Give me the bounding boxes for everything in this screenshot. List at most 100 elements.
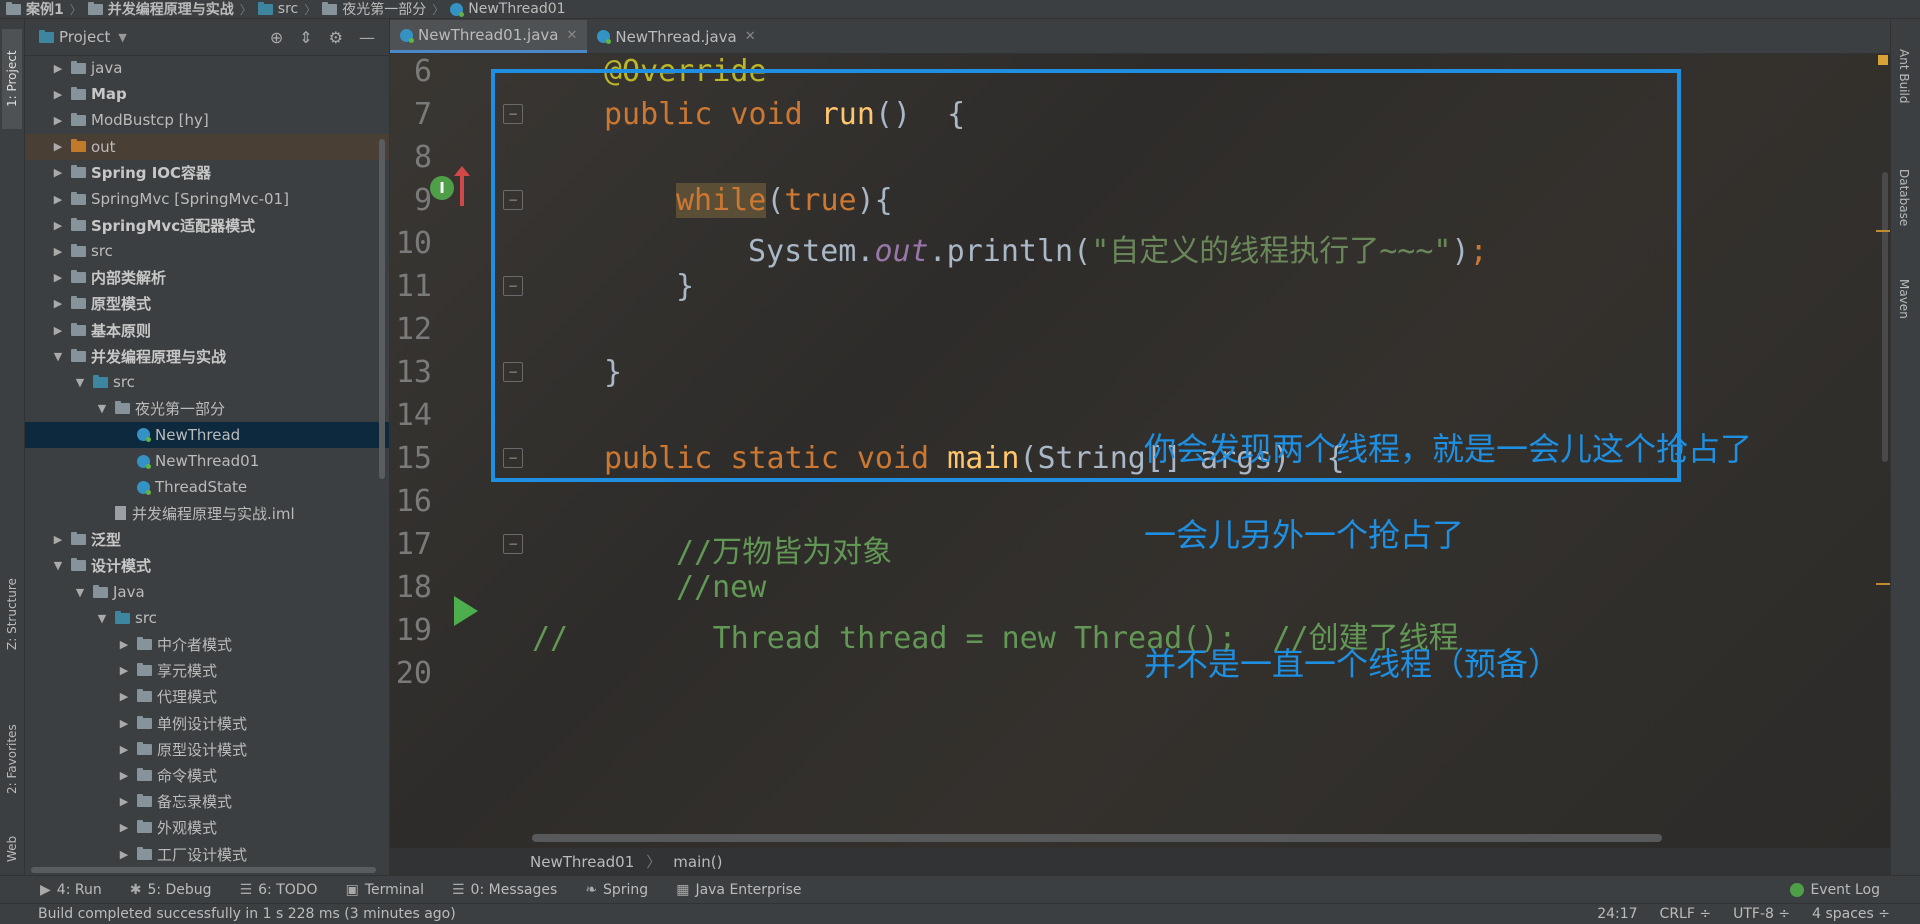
tree-item[interactable]: ▶ Map bbox=[25, 81, 389, 107]
minimize-icon[interactable]: — bbox=[359, 28, 375, 47]
tool-tab-maven[interactable]: Maven bbox=[1897, 279, 1911, 319]
tree-item[interactable]: ▼ Java bbox=[25, 579, 389, 605]
caret-position[interactable]: 24:17 bbox=[1597, 906, 1637, 922]
breadcrumb-item[interactable]: 案例1 bbox=[6, 0, 64, 18]
breadcrumb-item[interactable]: 夜光第一部分 bbox=[322, 0, 426, 18]
tool-tab-project[interactable]: 1: Project bbox=[2, 29, 22, 129]
tool-tab-structure[interactable]: Z: Structure bbox=[2, 564, 22, 664]
tree-item[interactable]: ▶ 外观模式 bbox=[25, 815, 389, 841]
status-message[interactable]: Build completed successfully in 1 s 228 … bbox=[38, 906, 456, 922]
collapse-all-icon[interactable]: ⇕ bbox=[299, 28, 312, 47]
breadcrumb-item[interactable]: NewThread01 bbox=[450, 1, 566, 17]
tree-item[interactable]: NewThread01 bbox=[25, 448, 389, 474]
tree-item[interactable]: ▶ 工厂设计模式 bbox=[25, 841, 389, 867]
tool-tab-ant-build[interactable]: Ant Build bbox=[1897, 49, 1911, 103]
project-view-selector[interactable]: Project ▼ bbox=[39, 28, 127, 46]
tree-item[interactable]: ▶ 原型模式 bbox=[25, 291, 389, 317]
chevron-right-icon[interactable]: ▶ bbox=[115, 848, 133, 861]
chevron-right-icon[interactable]: ▶ bbox=[49, 114, 67, 127]
breadcrumb-item[interactable]: 并发编程原理与实战 bbox=[87, 0, 234, 18]
chevron-down-icon[interactable]: ▼ bbox=[49, 350, 67, 363]
chevron-right-icon[interactable]: ▶ bbox=[115, 743, 133, 756]
chevron-down-icon[interactable]: ▼ bbox=[49, 559, 67, 572]
chevron-right-icon[interactable]: ▶ bbox=[115, 821, 133, 834]
chevron-right-icon[interactable]: ▶ bbox=[115, 664, 133, 677]
editor-scrollbar[interactable] bbox=[1882, 172, 1888, 462]
tool-terminal[interactable]: ▣ Terminal bbox=[346, 882, 424, 898]
tool-todo[interactable]: ☰ 6: TODO bbox=[240, 882, 318, 898]
tool-spring[interactable]: ❧ Spring bbox=[585, 882, 648, 898]
chevron-right-icon[interactable]: ▶ bbox=[115, 638, 133, 651]
chevron-right-icon[interactable]: ▶ bbox=[49, 193, 67, 206]
chevron-down-icon[interactable]: ▼ bbox=[93, 612, 111, 625]
tree-item[interactable]: NewThread bbox=[25, 421, 389, 448]
tree-item[interactable]: ▼ src bbox=[25, 369, 389, 395]
tab-newthread-java[interactable]: NewThread.java ✕ bbox=[587, 20, 765, 53]
close-icon[interactable]: ✕ bbox=[745, 29, 756, 44]
tree-item[interactable]: 并发编程原理与实战.iml bbox=[25, 500, 389, 526]
tool-tab-database[interactable]: Database bbox=[1897, 169, 1911, 226]
tree-item[interactable]: ThreadState bbox=[25, 474, 389, 500]
locate-icon[interactable]: ⊕ bbox=[270, 28, 283, 47]
horizontal-scrollbar[interactable] bbox=[532, 834, 1662, 842]
tree-item[interactable]: ▶ SpringMvc [SpringMvc-01] bbox=[25, 186, 389, 212]
chevron-right-icon[interactable]: ▶ bbox=[49, 245, 67, 258]
line-separator[interactable]: CRLF ÷ bbox=[1660, 906, 1712, 922]
chevron-right-icon[interactable]: ▶ bbox=[115, 717, 133, 730]
tool-event-log[interactable]: Event Log bbox=[1790, 882, 1880, 898]
chevron-right-icon[interactable]: ▶ bbox=[49, 324, 67, 337]
warning-icon[interactable] bbox=[1878, 55, 1888, 65]
tree-item[interactable]: ▶ Spring IOC容器 bbox=[25, 160, 389, 186]
tree-item[interactable]: ▶ 享元模式 bbox=[25, 658, 389, 684]
chevron-down-icon[interactable]: ▼ bbox=[71, 376, 89, 389]
close-icon[interactable]: ✕ bbox=[566, 28, 577, 43]
chevron-right-icon[interactable]: ▶ bbox=[49, 533, 67, 546]
horizontal-scrollbar[interactable] bbox=[31, 867, 376, 873]
tab-newthread01-java[interactable]: NewThread01.java ✕ bbox=[390, 20, 588, 53]
tree-item[interactable]: ▶ 内部类解析 bbox=[25, 265, 389, 291]
chevron-right-icon[interactable]: ▶ bbox=[49, 219, 67, 232]
tree-item[interactable]: ▶ 单例设计模式 bbox=[25, 710, 389, 736]
chevron-right-icon[interactable]: ▶ bbox=[49, 297, 67, 310]
chevron-right-icon[interactable]: ▶ bbox=[49, 140, 67, 153]
tree-item[interactable]: ▼ 夜光第一部分 bbox=[25, 396, 389, 422]
breadcrumb-class[interactable]: NewThread01 bbox=[530, 853, 634, 871]
indent-setting[interactable]: 4 spaces ÷ bbox=[1812, 906, 1890, 922]
gear-icon[interactable]: ⚙ bbox=[329, 28, 343, 47]
chevron-down-icon[interactable]: ▼ bbox=[93, 402, 111, 415]
fold-marker-icon[interactable]: − bbox=[503, 534, 523, 554]
tree-item[interactable]: ▶ ModBustcp [hy] bbox=[25, 107, 389, 133]
tree-item[interactable]: ▶ java bbox=[25, 55, 389, 81]
chevron-down-icon[interactable]: ▼ bbox=[71, 586, 89, 599]
run-main-icon[interactable] bbox=[454, 596, 478, 626]
tool-run[interactable]: ▶ 4: Run bbox=[40, 882, 102, 898]
tree-item[interactable]: ▼ 并发编程原理与实战 bbox=[25, 343, 389, 369]
tool-java-enterprise[interactable]: ▦ Java Enterprise bbox=[676, 882, 801, 898]
chevron-right-icon[interactable]: ▶ bbox=[115, 795, 133, 808]
tool-debug[interactable]: ✱ 5: Debug bbox=[130, 882, 212, 898]
chevron-right-icon[interactable]: ▶ bbox=[49, 88, 67, 101]
breadcrumb-method[interactable]: main() bbox=[673, 853, 722, 871]
tool-messages[interactable]: ☰ 0: Messages bbox=[452, 882, 557, 898]
tree-item[interactable]: ▶ 基本原则 bbox=[25, 317, 389, 343]
tree-item[interactable]: ▼ src bbox=[25, 605, 389, 631]
tool-tab-web[interactable]: Web bbox=[2, 824, 22, 874]
tree-item[interactable]: ▶ SpringMvc适配器模式 bbox=[25, 212, 389, 238]
chevron-right-icon[interactable]: ▶ bbox=[49, 62, 67, 75]
chevron-right-icon[interactable]: ▶ bbox=[49, 271, 67, 284]
chevron-right-icon[interactable]: ▶ bbox=[49, 166, 67, 179]
chevron-right-icon[interactable]: ▶ bbox=[115, 769, 133, 782]
breadcrumb-item[interactable]: src bbox=[257, 1, 298, 17]
scroll-marker[interactable] bbox=[1876, 583, 1890, 585]
tree-item[interactable]: ▶ 命令模式 bbox=[25, 762, 389, 788]
file-encoding[interactable]: UTF-8 ÷ bbox=[1733, 906, 1790, 922]
tool-tab-favorites[interactable]: 2: Favorites bbox=[2, 709, 22, 809]
tree-item[interactable]: ▶ 代理模式 bbox=[25, 684, 389, 710]
tree-item[interactable]: ▶ 泛型 bbox=[25, 527, 389, 553]
tree-item[interactable]: ▶ out bbox=[25, 133, 389, 160]
tree-item[interactable]: ▶ src bbox=[25, 238, 389, 264]
tree-item[interactable]: ▼ 设计模式 bbox=[25, 553, 389, 579]
chevron-right-icon[interactable]: ▶ bbox=[115, 690, 133, 703]
override-arrow-icon[interactable] bbox=[454, 166, 470, 206]
implements-method-icon[interactable]: I bbox=[430, 176, 454, 200]
